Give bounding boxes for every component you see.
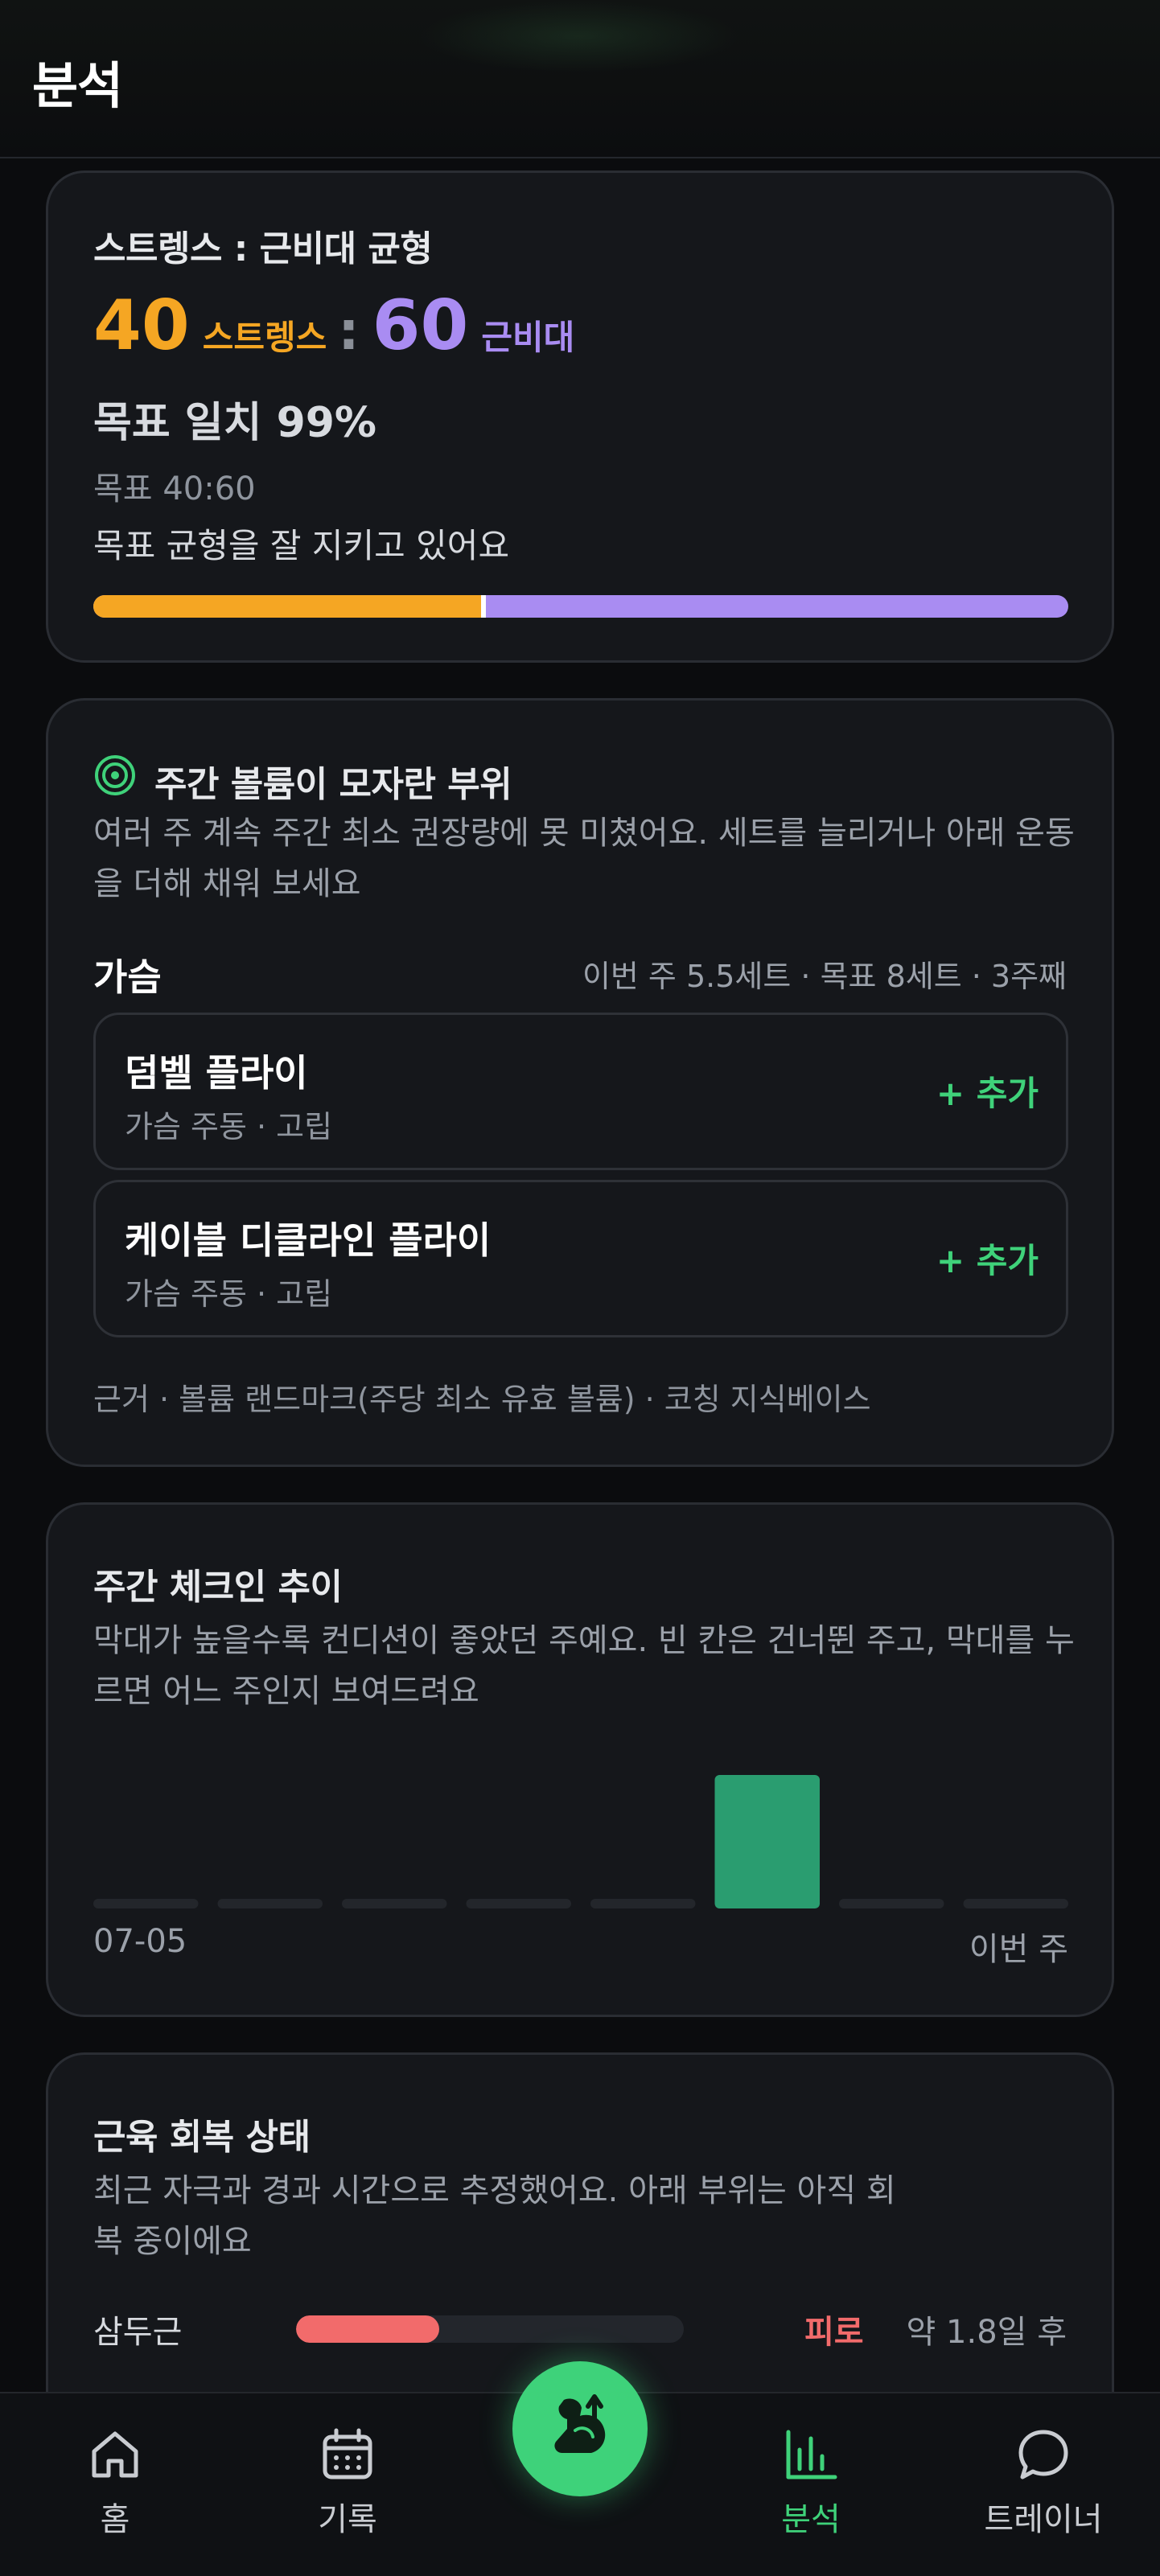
body-part-meta: 이번 주 5.5세트 · 목표 8세트 · 3주째 — [582, 959, 1067, 994]
checkin-empty-slot[interactable] — [839, 1899, 944, 1908]
volume-card-title: 주간 볼륨이 모자란 부위 — [154, 764, 512, 805]
checkin-empty-slot[interactable] — [342, 1899, 447, 1908]
recovery-eta: 약 1.8일 후 — [906, 2314, 1067, 2351]
volume-deficit-card: 주간 볼륨이 모자란 부위 여러 주 계속 주간 최소 권장량에 못 미쳤어요.… — [46, 698, 1114, 1467]
nav-label: 기록 — [318, 2501, 377, 2538]
hypertrophy-value: 60 — [372, 286, 469, 366]
checkin-bar-chart — [93, 1775, 1069, 1908]
exercise-sub: 가슴 주동 · 고립 — [125, 1109, 333, 1144]
recovery-muscle-name: 삼두근 — [93, 2314, 183, 2351]
target-match-text: 목표 일치 99% — [93, 399, 377, 447]
checkin-card-desc: 막대가 높을수록 컨디션이 좋았던 주예요. 빈 칸은 건너뛴 주고, 막대를 … — [93, 1622, 1075, 1710]
add-exercise-button[interactable]: + 추가 — [936, 1234, 1039, 1283]
nav-item-log[interactable]: 기록 — [267, 2426, 428, 2540]
exercise-name: 케이블 디클라인 플라이 — [125, 1218, 492, 1262]
recovery-card-desc: 최근 자극과 경과 시간으로 추정했어요. 아래 부위는 아직 회복 중이에요 — [93, 2172, 896, 2260]
strength-fill — [93, 595, 483, 618]
nav-label: 분석 — [781, 2501, 841, 2538]
exercise-item: 덤벨 플라이 가슴 주동 · 고립 + 추가 — [93, 1013, 1068, 1170]
exercise-name: 덤벨 플라이 — [125, 1051, 308, 1095]
checkin-empty-slot[interactable] — [590, 1899, 696, 1908]
page-title: 분석 — [32, 56, 123, 115]
checkin-card-title: 주간 체크인 추이 — [93, 1567, 343, 1608]
ratio-separator: : — [338, 300, 360, 362]
chart-start-label: 07-05 — [93, 1923, 187, 1960]
add-exercise-button[interactable]: + 추가 — [936, 1066, 1039, 1115]
header-glow — [418, 0, 740, 72]
target-ratio-text: 목표 40:60 — [93, 470, 256, 507]
nav-label: 홈 — [100, 2501, 130, 2538]
nav-item-analysis[interactable]: 분석 — [730, 2426, 891, 2540]
balance-card-title: 스트렝스 : 근비대 균형 — [93, 228, 433, 269]
exercise-item: 케이블 디클라인 플라이 가슴 주동 · 고립 + 추가 — [93, 1180, 1068, 1337]
nav-item-home[interactable]: 홈 — [35, 2426, 195, 2540]
flexed-arm-icon — [554, 2394, 606, 2453]
checkin-empty-slot[interactable] — [93, 1899, 199, 1908]
volume-card-desc: 여러 주 계속 주간 최소 권장량에 못 미쳤어요. 세트를 늘리거나 아래 운… — [93, 815, 1075, 902]
source-note: 근거 · 볼륨 랜드마크(주당 최소 유효 볼륨) · 코칭 지식베이스 — [93, 1382, 871, 1417]
chat-bubble-icon — [1018, 2430, 1068, 2479]
target-icon — [95, 755, 135, 795]
strength-value: 40 — [93, 286, 190, 366]
balance-status-text: 목표 균형을 잘 지키고 있어요 — [93, 526, 510, 565]
chart-end-label: 이번 주 — [969, 1931, 1068, 1968]
recovery-fill — [296, 2315, 440, 2343]
checkin-empty-slot[interactable] — [466, 1899, 572, 1908]
exercise-sub: 가슴 주동 · 고립 — [125, 1276, 333, 1312]
chart-axis-labels: 07-05 이번 주 — [93, 1923, 1068, 1971]
recovery-progress-bar — [296, 2315, 684, 2343]
home-icon — [92, 2431, 138, 2478]
checkin-empty-slot[interactable] — [217, 1899, 323, 1908]
bar-chart-icon — [786, 2430, 837, 2479]
top-header: 분석 — [0, 0, 1160, 158]
app-root: 분석 스트렝스 : 근비대 균형 40 스트렝스:60 근비대 목표 일치 99% … — [0, 0, 1160, 2576]
balance-ratio: 40 스트렝스:60 근비대 — [93, 286, 574, 366]
hypertrophy-label: 근비대 — [481, 318, 575, 357]
body-part-name: 가슴 — [93, 955, 162, 999]
recovery-card-title: 근육 회복 상태 — [93, 2117, 311, 2158]
strength-label: 스트렝스 — [202, 318, 327, 357]
nav-item-trainer[interactable]: 트레이너 — [963, 2426, 1124, 2540]
calendar-icon — [323, 2428, 372, 2479]
weekly-checkin-card: 주간 체크인 추이 막대가 높을수록 컨디션이 좋았던 주예요. 빈 칸은 건너… — [46, 1502, 1114, 2017]
nav-label: 트레이너 — [984, 2501, 1103, 2538]
balance-progress-bar — [93, 595, 1068, 618]
checkin-empty-slot[interactable] — [963, 1899, 1069, 1908]
workout-fab-button[interactable] — [512, 2361, 648, 2496]
checkin-bar[interactable] — [714, 1775, 821, 1908]
target-marker — [480, 595, 486, 618]
balance-card: 스트렝스 : 근비대 균형 40 스트렝스:60 근비대 목표 일치 99% 목표 … — [46, 171, 1114, 663]
recovery-state: 피로 — [804, 2314, 864, 2351]
